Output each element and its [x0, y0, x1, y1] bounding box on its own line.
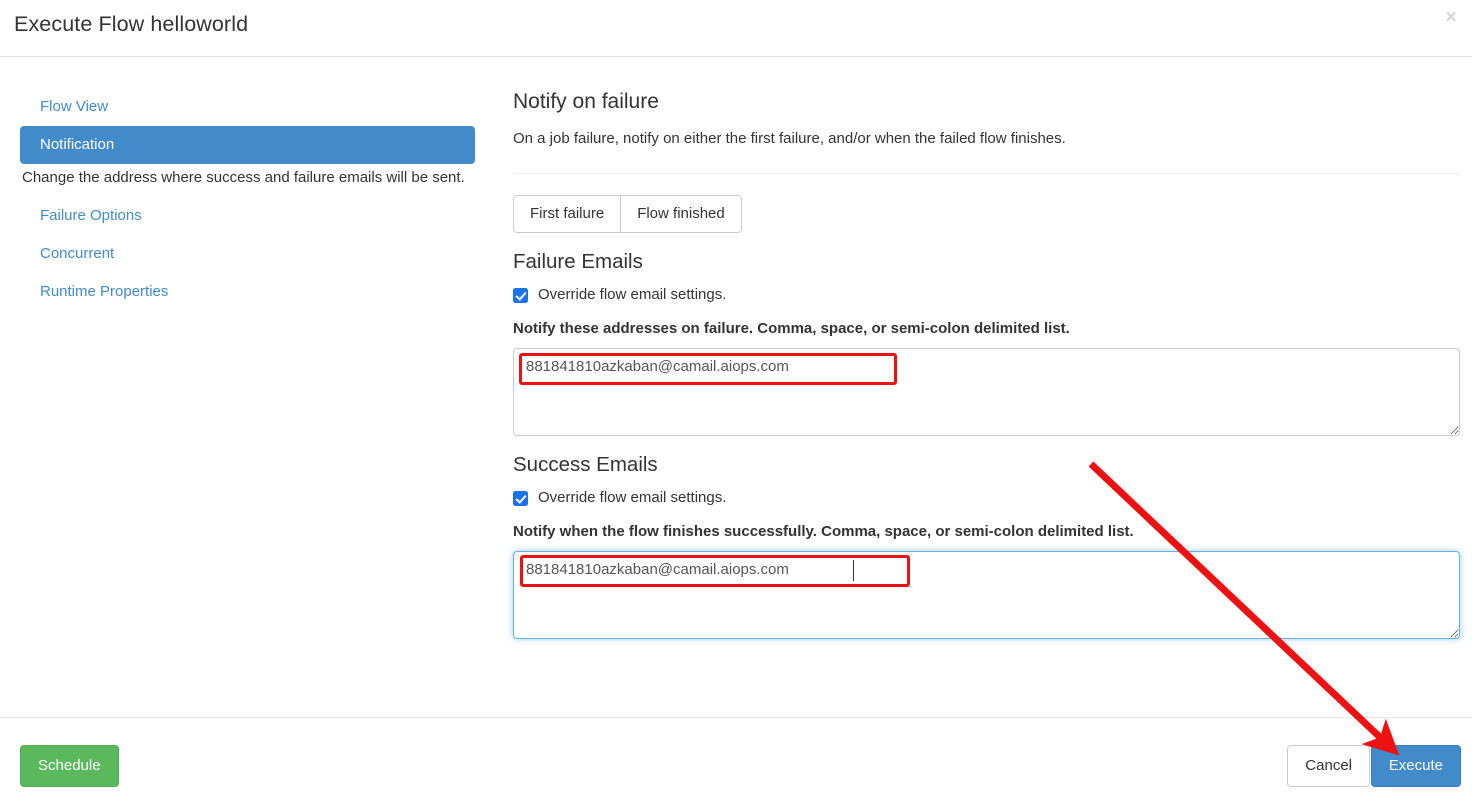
sidebar-item-notification[interactable]: Notification	[20, 126, 475, 164]
modal-body: Flow View Notification Change the addres…	[0, 58, 1472, 717]
sidebar-item-concurrent[interactable]: Concurrent	[20, 235, 475, 273]
success-emails-textarea[interactable]	[513, 551, 1460, 639]
success-emails-title: Success Emails	[513, 453, 658, 476]
failure-override-row: Override flow email settings.	[513, 285, 1460, 305]
success-override-label: Override flow email settings.	[538, 489, 727, 506]
failure-emails-title: Failure Emails	[513, 250, 643, 273]
text-caret	[853, 560, 854, 581]
cancel-button[interactable]: Cancel	[1287, 745, 1370, 787]
settings-sidebar: Flow View Notification Change the addres…	[20, 88, 475, 311]
failure-override-label: Override flow email settings.	[538, 286, 727, 303]
section-divider	[513, 173, 1460, 174]
notify-toggle-group: First failure Flow finished	[513, 195, 742, 233]
schedule-button[interactable]: Schedule	[20, 745, 119, 787]
sidebar-item-failure-options[interactable]: Failure Options	[20, 197, 475, 235]
toggle-first-failure[interactable]: First failure	[513, 195, 621, 233]
panel-heading: Notify on failure	[513, 90, 659, 113]
sidebar-item-runtime-properties[interactable]: Runtime Properties	[20, 273, 475, 311]
execute-button[interactable]: Execute	[1370, 745, 1461, 787]
sidebar-item-flow-view[interactable]: Flow View	[20, 88, 475, 126]
failure-emails-field-wrap	[513, 348, 1460, 436]
page-title: Execute Flow helloworld	[14, 12, 249, 36]
close-icon[interactable]: ×	[1436, 4, 1466, 32]
success-emails-field-label: Notify when the flow finishes successful…	[513, 523, 1134, 540]
modal-footer: Schedule Cancel Execute	[0, 717, 1472, 801]
panel-subheading: On a job failure, notify on either the f…	[513, 130, 1066, 147]
toggle-flow-finished[interactable]: Flow finished	[620, 195, 742, 233]
notification-panel: Notify on failure On a job failure, noti…	[513, 88, 1460, 639]
sidebar-active-description: Change the address where success and fai…	[22, 169, 465, 186]
success-override-checkbox[interactable]	[513, 490, 528, 506]
modal-header: Execute Flow helloworld ×	[0, 0, 1472, 57]
failure-override-checkbox[interactable]	[513, 287, 528, 303]
success-override-row: Override flow email settings.	[513, 488, 1460, 508]
failure-emails-textarea[interactable]	[513, 348, 1460, 436]
execute-flow-modal: Execute Flow helloworld × Flow View Noti…	[0, 0, 1472, 801]
failure-emails-field-label: Notify these addresses on failure. Comma…	[513, 320, 1070, 337]
success-emails-field-wrap	[513, 551, 1460, 639]
